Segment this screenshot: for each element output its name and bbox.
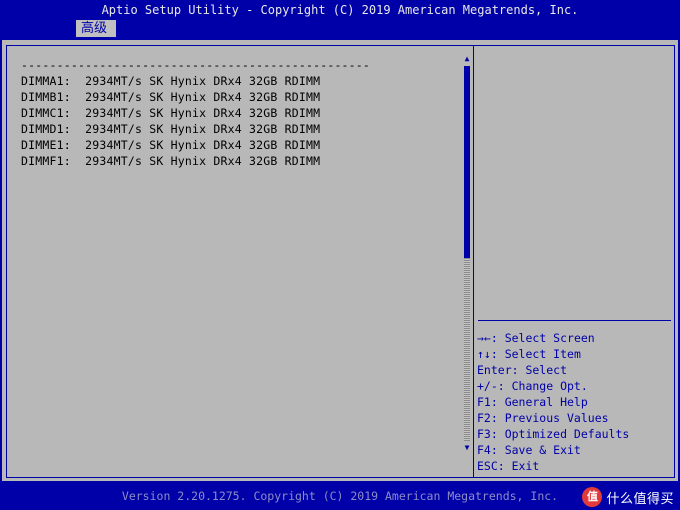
dimm-e1-info: DIMME1: 2934MT/s SK Hynix DRx4 32GB RDIM…	[21, 138, 321, 152]
separator-line: ----------------------------------------…	[21, 58, 371, 72]
main-panel: ----------------------------------------…	[2, 38, 678, 481]
help-esc: ESC: Exit	[477, 459, 540, 473]
dimm-a1-info: DIMMA1: 2934MT/s SK Hynix DRx4 32GB RDIM…	[21, 74, 321, 88]
scroll-thumb[interactable]	[464, 66, 470, 258]
watermark-text: 什么值得买	[606, 491, 674, 507]
help-pane: →←: Select Screen ↑↓: Select Item Enter:…	[474, 45, 675, 478]
up-down-arrows-icon: ↑↓	[477, 347, 491, 361]
help-divider	[478, 320, 671, 321]
help-f4: F4: Save & Exit	[477, 443, 581, 457]
help-select-item: ↑↓: Select Item	[477, 347, 581, 361]
tab-advanced[interactable]: 高级	[76, 20, 116, 37]
scroll-up-arrow-icon[interactable]: ▲	[463, 54, 471, 64]
dimm-f1-info: DIMMF1: 2934MT/s SK Hynix DRx4 32GB RDIM…	[21, 154, 321, 168]
tab-strip: 高级	[0, 20, 680, 37]
help-select-screen: →←: Select Screen	[477, 331, 595, 345]
help-enter: Enter: Select	[477, 363, 568, 377]
help-f1: F1: General Help	[477, 395, 588, 409]
scrollbar[interactable]: ▲ ▼	[463, 54, 471, 454]
scroll-down-arrow-icon[interactable]: ▼	[463, 443, 471, 453]
title-bar: Aptio Setup Utility - Copyright (C) 2019…	[0, 0, 680, 20]
watermark-logo-icon: 值	[582, 487, 603, 507]
dimm-b1-info: DIMMB1: 2934MT/s SK Hynix DRx4 32GB RDIM…	[21, 90, 321, 104]
watermark: 值 什么值得买	[582, 487, 674, 507]
footer-version: Version 2.20.1275. Copyright (C) 2019 Am…	[0, 483, 680, 510]
left-right-arrows-icon: →←	[477, 331, 491, 345]
help-f3: F3: Optimized Defaults	[477, 427, 630, 441]
content-pane: ----------------------------------------…	[6, 45, 474, 478]
help-f2: F2: Previous Values	[477, 411, 609, 425]
dimm-d1-info: DIMMD1: 2934MT/s SK Hynix DRx4 32GB RDIM…	[21, 122, 321, 136]
dimm-c1-info: DIMMC1: 2934MT/s SK Hynix DRx4 32GB RDIM…	[21, 106, 321, 120]
help-change-opt: +/-: Change Opt.	[477, 379, 588, 393]
